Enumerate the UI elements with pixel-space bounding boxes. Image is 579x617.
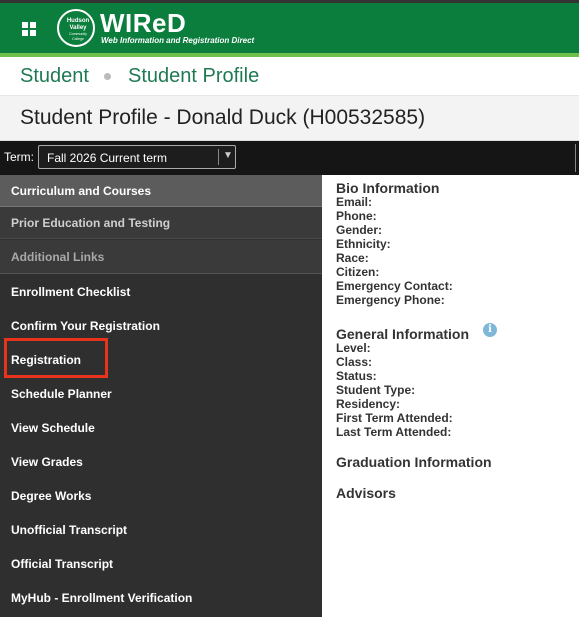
sidebar-section-label: Prior Education and Testing [11,216,171,230]
registration-highlight-box [4,338,108,378]
term-label: Term: [4,150,34,164]
bio-heading: Bio Information [336,180,440,196]
bio-field-citizen: Citizen: [336,265,380,279]
graduation-heading: Graduation Information [336,454,492,470]
sidebar-section-label: Additional Links [11,250,105,264]
page-title: Student Profile - Donald Duck (H00532585… [20,106,426,129]
sidebar-section-additional-links[interactable]: Additional Links [0,240,322,274]
general-field-status: Status: [336,369,377,383]
breadcrumb-student-profile[interactable]: Student Profile [128,65,259,88]
app-grid-icon[interactable] [22,22,36,36]
term-bar: Term: Fall 2026 Current term ▼ [0,141,579,175]
sidebar-link-label: View Schedule [11,421,95,435]
general-field-class: Class: [336,355,373,369]
sidebar-link-label: Unofficial Transcript [11,523,128,537]
chevron-down-icon[interactable]: ▼ [223,150,233,161]
sidebar-link-view-grades[interactable]: View Grades [0,445,322,479]
app-title: WIReD [100,8,187,38]
sidebar-section-prior-education[interactable]: Prior Education and Testing [0,207,322,239]
college-seal-logo[interactable]: Hudson Valley Community College [57,9,95,47]
bio-field-email: Email: [336,195,373,209]
sidebar-link-label: Official Transcript [11,557,114,571]
sidebar-link-unofficial-transcript[interactable]: Unofficial Transcript [0,513,322,547]
advisors-heading: Advisors [336,485,396,501]
bio-field-phone: Phone: [336,209,377,223]
general-field-first-term: First Term Attended: [336,411,453,425]
general-field-level: Level: [336,341,371,355]
general-field-last-term: Last Term Attended: [336,425,452,439]
sidebar: Curriculum and Courses Prior Education a… [0,175,322,617]
sidebar-link-label: MyHub - Enrollment Verification [11,591,193,605]
term-select[interactable]: Fall 2026 Current term ▼ [38,145,236,169]
sidebar-link-degree-works[interactable]: Degree Works [0,479,322,513]
term-selected-value: Fall 2026 Current term [47,151,168,165]
breadcrumb-student[interactable]: Student [20,65,89,88]
sidebar-link-label: Schedule Planner [11,387,112,401]
term-bar-divider [575,144,576,172]
bio-field-gender: Gender: [336,223,383,237]
sidebar-link-label: Enrollment Checklist [11,285,131,299]
sidebar-link-enrollment-checklist[interactable]: Enrollment Checklist [0,275,322,309]
svg-text:Hudson: Hudson [67,18,90,24]
svg-text:Community: Community [69,32,87,36]
breadcrumb: Student Student Profile [0,57,579,96]
general-heading: General Information [336,326,470,342]
sidebar-link-view-schedule[interactable]: View Schedule [0,411,322,445]
select-divider [218,149,219,165]
svg-text:Valley: Valley [69,25,87,31]
sidebar-link-label: View Grades [11,455,83,469]
bio-field-emergency-contact: Emergency Contact: [336,279,453,293]
page-title-bar: Student Profile - Donald Duck (H00532585… [0,96,579,141]
sidebar-section-label: Curriculum and Courses [11,184,152,198]
sidebar-link-myhub-enrollment-verification[interactable]: MyHub - Enrollment Verification [0,581,322,615]
sidebar-link-label: Degree Works [11,489,92,503]
app-subtitle: Web Information and Registration Direct [101,36,255,45]
sidebar-link-label: Confirm Your Registration [11,319,160,333]
sidebar-link-schedule-planner[interactable]: Schedule Planner [0,377,322,411]
sidebar-link-official-transcript[interactable]: Official Transcript [0,547,322,581]
general-field-student-type: Student Type: [336,383,416,397]
info-icon[interactable]: i [483,323,497,337]
bio-field-ethnicity: Ethnicity: [336,237,391,251]
general-field-residency: Residency: [336,397,401,411]
bio-field-emergency-phone: Emergency Phone: [336,293,445,307]
bio-field-race: Race: [336,251,369,265]
svg-text:College: College [72,37,84,41]
sidebar-section-curriculum[interactable]: Curriculum and Courses [0,175,322,207]
breadcrumb-separator [104,73,111,80]
top-bar: Hudson Valley Community College WIReD We… [0,0,579,57]
